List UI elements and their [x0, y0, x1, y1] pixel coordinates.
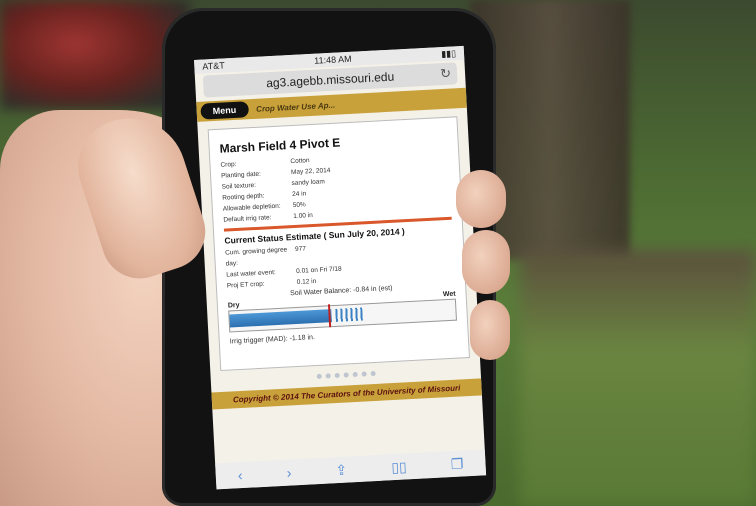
bookmarks-icon[interactable]: ▯▯ — [391, 458, 407, 476]
menu-button[interactable]: Menu — [200, 101, 249, 120]
copyright-footer: Copyright © 2014 The Curators of the Uni… — [211, 378, 482, 410]
carrier-label: AT&T — [202, 60, 225, 72]
share-icon[interactable]: ⇪ — [335, 461, 348, 479]
battery-icon: ▮▮▯ — [440, 47, 457, 59]
page-dot — [370, 370, 376, 377]
dry-label: Dry — [227, 301, 240, 310]
field-card: Marsh Field 4 Pivot E Crop: Cotton Plant… — [207, 116, 470, 372]
phone-screen: AT&T 11:48 AM ▮▮▯ ag3.agebb.missouri.edu… — [194, 45, 487, 490]
wet-label: Wet — [442, 290, 456, 299]
forward-icon[interactable]: › — [286, 464, 292, 480]
finger — [470, 300, 510, 360]
clock: 11:48 AM — [314, 53, 352, 66]
page-dot — [316, 373, 322, 380]
page-dot — [361, 371, 367, 377]
page-dot — [343, 372, 349, 378]
tabs-icon[interactable]: ❐ — [450, 455, 463, 473]
finger — [462, 230, 510, 294]
back-icon[interactable]: ‹ — [237, 467, 243, 483]
gauge-fill — [229, 309, 332, 328]
background-grass — [520, 250, 756, 506]
gauge-ticks — [335, 307, 364, 322]
url-text: ag3.agebb.missouri.edu — [265, 69, 395, 91]
page-dot — [334, 372, 340, 379]
reload-icon[interactable]: ↻ — [440, 66, 452, 83]
page-dot — [352, 371, 358, 378]
site-title: Crop Water Use Ap... — [255, 100, 336, 114]
page-dot — [325, 373, 331, 379]
finger — [456, 170, 506, 228]
